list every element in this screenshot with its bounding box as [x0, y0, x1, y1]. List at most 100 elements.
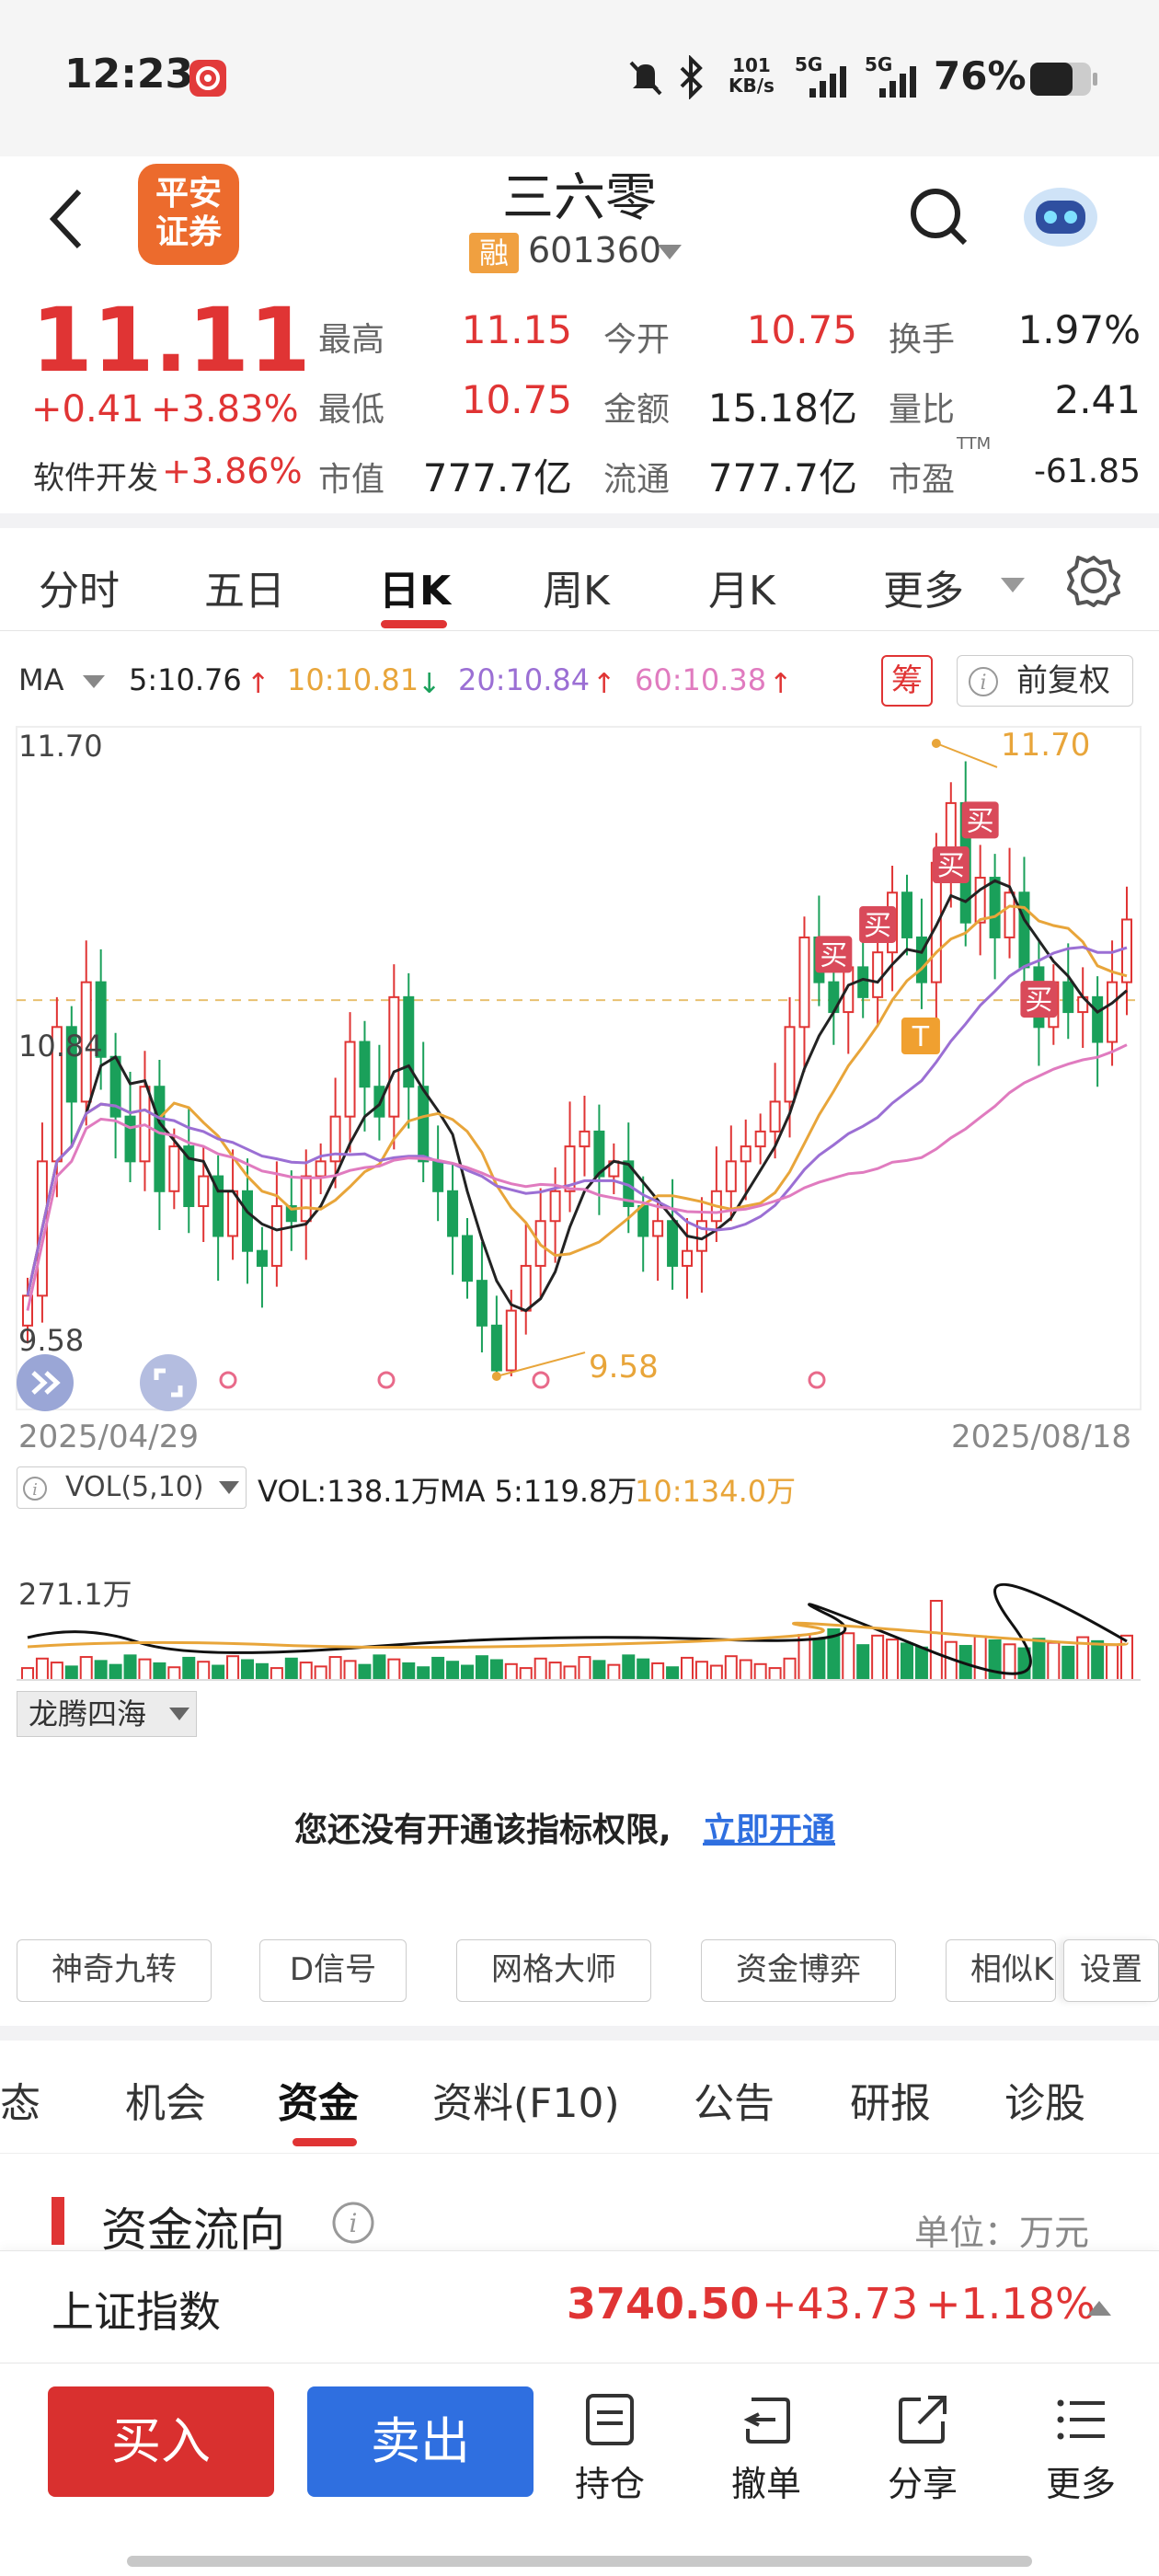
volume-bar: [358, 1663, 372, 1682]
buy-marker-label: 买: [937, 850, 965, 882]
candle-body: [798, 936, 810, 1029]
value-market-cap: 777.7亿: [422, 455, 572, 500]
volume-bar: [563, 1665, 577, 1682]
index-expand-icon[interactable]: [1085, 2297, 1113, 2323]
more-dropdown-icon[interactable]: [999, 574, 1027, 600]
tab-weekly-k[interactable]: 周K: [543, 558, 610, 616]
volume-bar: [138, 1658, 152, 1682]
tab-daily-k[interactable]: 日K: [379, 558, 451, 616]
buy-button[interactable]: 买入: [48, 2386, 274, 2497]
sector-name[interactable]: 软件开发: [33, 453, 158, 498]
volume-label: VOL(5,10): [65, 1471, 204, 1503]
tool-magic-nine[interactable]: 神奇九转: [17, 1939, 212, 2002]
signal-icon-1: [806, 63, 852, 103]
tab-news[interactable]: 动态: [0, 2070, 40, 2129]
share-icon: [899, 2396, 947, 2444]
candle-body: [740, 1145, 752, 1163]
tab-monthly-k[interactable]: 月K: [708, 558, 775, 616]
candle-body: [270, 1205, 282, 1267]
fund-flow-info-icon[interactable]: i: [331, 2201, 375, 2248]
divider: [0, 2153, 1159, 2154]
sector-pct: +3.86%: [162, 451, 303, 491]
volume-bar: [519, 1667, 533, 1681]
candle-body: [901, 891, 912, 938]
buy-marker-label: 买: [864, 910, 891, 942]
volume-bar: [666, 1666, 680, 1681]
event-marker-icon: [532, 1371, 550, 1389]
candle-body: [682, 1249, 693, 1267]
candle-body: [1004, 891, 1016, 938]
tab-opportunity[interactable]: 机会: [125, 2070, 206, 2129]
price-change: +0.41: [31, 388, 144, 431]
sell-button[interactable]: 卖出: [307, 2386, 534, 2497]
more-button[interactable]: 更多: [1030, 2392, 1131, 2506]
tool-d-signal[interactable]: D信号: [259, 1939, 407, 2002]
tab-more[interactable]: 更多: [883, 558, 964, 616]
holdings-icon: [586, 2394, 634, 2445]
volume-bar: [768, 1667, 782, 1681]
tab-announcement[interactable]: 公告: [694, 2070, 775, 2129]
volume-bar: [299, 1662, 313, 1681]
tab-research[interactable]: 研报: [850, 2070, 931, 2129]
cancel-order-button[interactable]: 撤单: [716, 2392, 817, 2506]
settings-gear-icon[interactable]: [1067, 554, 1120, 611]
volume-bar: [622, 1654, 636, 1681]
code-dropdown-icon[interactable]: [656, 241, 683, 267]
activate-link[interactable]: 立即开通: [703, 1803, 835, 1851]
tool-grid-master[interactable]: 网格大师: [456, 1939, 651, 2002]
value-float-cap: 777.7亿: [707, 455, 857, 500]
fullscreen-icon[interactable]: [140, 1354, 197, 1411]
mute-icon: [625, 57, 666, 101]
info-tab-indicator: [293, 2138, 357, 2146]
index-ticker[interactable]: 上证指数 3740.50 +43.73 +1.18%: [0, 2250, 1159, 2364]
expand-left-icon[interactable]: [17, 1354, 74, 1411]
volume-bar: [1091, 1639, 1105, 1681]
volume-bar: [753, 1662, 767, 1682]
volume-bar: [783, 1657, 797, 1682]
label-low: 最低: [318, 391, 385, 429]
index-name: 上证指数: [52, 2287, 221, 2337]
volume-bar: [929, 1600, 943, 1681]
volume-bar: [79, 1656, 93, 1682]
tab-intraday[interactable]: 分时: [39, 558, 120, 616]
event-marker-icon: [377, 1371, 396, 1389]
tool-similar-k[interactable]: 相似K: [946, 1939, 1056, 2002]
robot-assistant-icon[interactable]: [1019, 173, 1102, 259]
volume-bar: [241, 1659, 254, 1681]
volume-bar: [461, 1664, 474, 1682]
candle-body: [549, 1190, 561, 1223]
tab-diagnosis[interactable]: 诊股: [1004, 2070, 1085, 2129]
buy-marker-label: 买: [820, 939, 847, 972]
status-time: 12:23: [64, 51, 194, 98]
candle-body: [1121, 918, 1132, 983]
max-leader: [935, 742, 998, 768]
candle-body: [315, 1160, 327, 1178]
candle-body: [359, 1041, 371, 1088]
tab-f10[interactable]: 资料(F10): [432, 2070, 620, 2129]
cancel-order-icon: [743, 2398, 790, 2444]
volume-bar: [402, 1662, 416, 1681]
volume-bar: [724, 1655, 738, 1681]
app-notification-icon: [189, 60, 226, 97]
indicator-name: 龙腾四海: [29, 1696, 147, 1731]
candle-body: [754, 1130, 766, 1148]
volume-bar: [504, 1662, 518, 1682]
volume-dropdown-icon[interactable]: [217, 1479, 241, 1501]
tab-fund[interactable]: 资金: [278, 2070, 359, 2129]
tool-fund-game[interactable]: 资金博弈: [701, 1939, 896, 2002]
kline-tabs: 分时 五日 日K 周K 月K 更多: [0, 530, 1159, 631]
candle-body: [432, 1160, 444, 1192]
share-button[interactable]: 分享: [872, 2392, 973, 2506]
tool-settings[interactable]: 设置: [1063, 1939, 1159, 2002]
index-change: +43.73: [762, 2279, 919, 2329]
hold-button[interactable]: 持仓: [559, 2392, 660, 2506]
t-marker-label: T: [912, 1021, 930, 1053]
volume-bar: [475, 1655, 488, 1681]
search-icon[interactable]: [906, 184, 970, 252]
indicator-dropdown-icon[interactable]: [167, 1706, 191, 1728]
tab-five-day[interactable]: 五日: [204, 558, 285, 616]
volume-bar: [64, 1665, 78, 1682]
volume-bar: [871, 1634, 885, 1681]
volume-bar: [182, 1656, 196, 1682]
volume-indicator-selector[interactable]: VOL(5,10): [17, 1466, 247, 1509]
